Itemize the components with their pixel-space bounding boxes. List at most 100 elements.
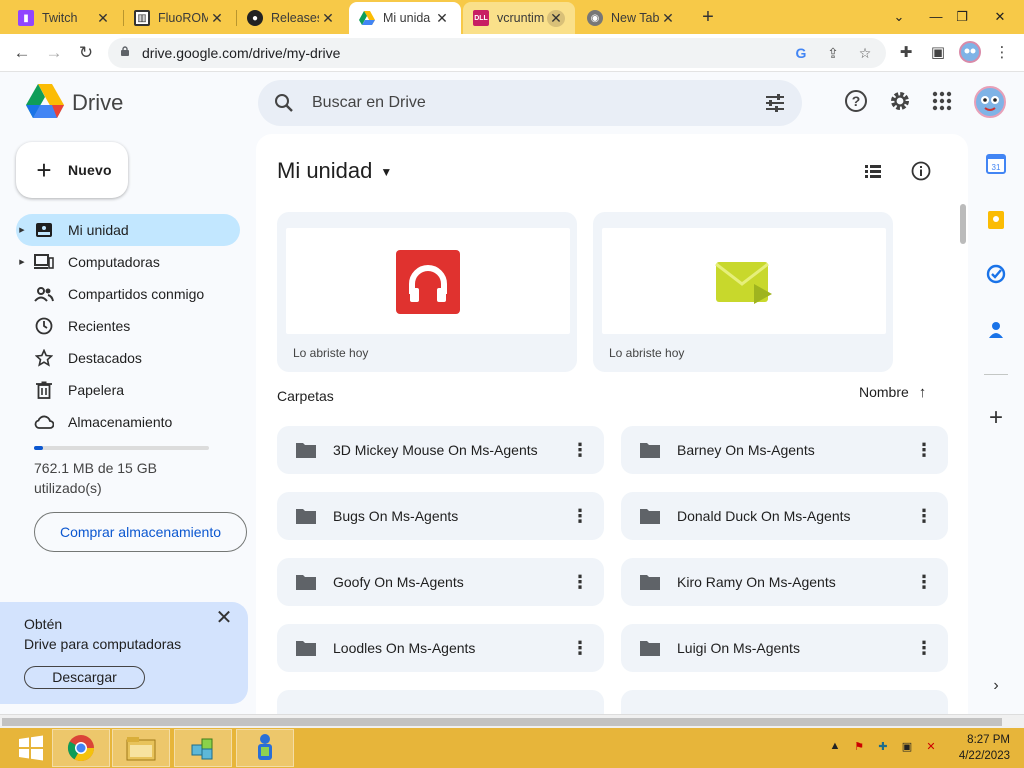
folder-item[interactable]: 3D Mickey Mouse On Ms-Agents ⋮ <box>277 426 604 474</box>
folder-item[interactable] <box>277 690 604 714</box>
tab-fluorom[interactable]: ▥ FluoROM ✕ <box>124 2 236 34</box>
folder-item[interactable]: Loodles On Ms-Agents ⋮ <box>277 624 604 672</box>
menu-kebab-icon[interactable]: ⋮ <box>990 41 1014 65</box>
action-center-flag-icon[interactable]: ⚑ <box>850 740 868 756</box>
sidebar-item-recent[interactable]: Recientes <box>16 310 240 342</box>
bookmark-star-icon[interactable]: ☆ <box>854 42 876 64</box>
close-window-icon[interactable]: ✕ <box>984 4 1016 30</box>
more-options-icon[interactable]: ⋮ <box>568 507 592 525</box>
sidebar-item-my-drive[interactable]: ▶ Mi unidad <box>16 214 240 246</box>
folder-item[interactable]: Goofy On Ms-Agents ⋮ <box>277 558 604 606</box>
network-icon[interactable]: ▣ <box>898 740 916 756</box>
sidebar-item-label: Destacados <box>68 350 142 366</box>
vertical-scrollbar[interactable] <box>960 204 966 244</box>
chevron-right-icon[interactable]: › <box>984 674 1008 698</box>
caret-right-icon[interactable]: ▶ <box>16 258 28 266</box>
sidebar-item-trash[interactable]: Papelera <box>16 374 240 406</box>
search-input[interactable] <box>312 91 732 115</box>
buy-storage-button[interactable]: Comprar almacenamiento <box>34 512 247 552</box>
tab-my-drive[interactable]: Mi unida ✕ <box>349 2 461 34</box>
close-icon[interactable]: ✕ <box>547 9 565 27</box>
more-options-icon[interactable]: ⋮ <box>568 573 592 591</box>
more-options-icon[interactable]: ⋮ <box>912 441 936 459</box>
more-options-icon[interactable]: ⋮ <box>568 441 592 459</box>
more-options-icon[interactable]: ⋮ <box>912 639 936 657</box>
sidebar-item-computers[interactable]: ▶ Computadoras <box>16 246 240 278</box>
storage-usage-text: 762.1 MB de 15 GB utilizado(s) <box>34 460 157 496</box>
extensions-icon[interactable]: ✚ <box>894 41 918 65</box>
horizontal-scrollbar[interactable] <box>0 714 1024 728</box>
calendar-icon[interactable]: 31 <box>984 152 1008 176</box>
tasks-icon[interactable] <box>984 262 1008 286</box>
recent-file-card[interactable]: Lo abriste hoy <box>277 212 577 372</box>
show-hidden-icons-icon[interactable]: ▲ <box>826 740 844 756</box>
close-icon[interactable]: ✕ <box>208 10 226 27</box>
system-clock[interactable]: 8:27 PM 4/22/2023 <box>946 732 1010 764</box>
drive-icon <box>359 10 375 26</box>
network-app-tray-icon[interactable]: ✚ <box>874 740 892 756</box>
tab-title: FluoROM <box>158 11 208 25</box>
plus-icon: + <box>36 155 52 185</box>
file-explorer-taskbar-icon[interactable] <box>112 729 170 767</box>
app-cubes-taskbar-icon[interactable] <box>174 729 232 767</box>
ms-agent-taskbar-icon[interactable] <box>236 729 294 767</box>
page-title[interactable]: Mi unidad ▼ <box>277 158 392 184</box>
keep-icon[interactable] <box>984 208 1008 232</box>
tab-releases[interactable]: ● Releases ✕ <box>237 2 347 34</box>
side-panel-icon[interactable]: ▣ <box>926 41 950 65</box>
info-icon[interactable] <box>910 160 932 182</box>
settings-gear-icon[interactable] <box>887 88 913 114</box>
folder-item[interactable]: Luigi On Ms-Agents ⋮ <box>621 624 948 672</box>
share-icon[interactable]: ⇪ <box>822 42 844 64</box>
folder-item[interactable]: Donald Duck On Ms-Agents ⋮ <box>621 492 948 540</box>
folder-item[interactable]: Bugs On Ms-Agents ⋮ <box>277 492 604 540</box>
apps-grid-icon[interactable] <box>929 88 955 114</box>
close-icon[interactable]: ✕ <box>214 608 234 628</box>
side-panel: 31 + › <box>972 134 1020 714</box>
volume-muted-icon[interactable]: ✕ <box>922 740 940 756</box>
caret-right-icon[interactable]: ▶ <box>16 226 28 234</box>
list-view-icon[interactable] <box>862 160 884 182</box>
tab-vcruntime[interactable]: DLL vcruntim ✕ <box>463 2 575 34</box>
contacts-icon[interactable] <box>984 318 1008 342</box>
more-options-icon[interactable]: ⋮ <box>912 573 936 591</box>
close-icon[interactable]: ✕ <box>319 10 337 27</box>
more-options-icon[interactable]: ⋮ <box>912 507 936 525</box>
desktop-promo-card: Obtén Drive para computadoras ✕ Descarga… <box>0 602 248 704</box>
tab-twitch[interactable]: ▮ Twitch ✕ <box>8 2 122 34</box>
close-icon[interactable]: ✕ <box>433 10 451 27</box>
google-lens-icon[interactable]: G <box>790 42 812 64</box>
tab-new-tab[interactable]: ◉ New Tab ✕ <box>577 2 687 34</box>
folder-item[interactable]: Barney On Ms-Agents ⋮ <box>621 426 948 474</box>
chevron-down-icon[interactable]: ⌄ <box>883 4 915 30</box>
help-icon[interactable]: ? <box>843 88 869 114</box>
download-button[interactable]: Descargar <box>24 666 145 689</box>
new-tab-plus-icon[interactable]: + <box>696 5 720 29</box>
sidebar-item-storage[interactable]: Almacenamiento <box>16 406 240 438</box>
search-bar[interactable] <box>258 80 802 126</box>
folder-icon <box>296 575 316 590</box>
close-icon[interactable]: ✕ <box>659 10 677 27</box>
restore-icon[interactable]: ❐ <box>946 4 978 30</box>
account-avatar[interactable] <box>974 86 1006 118</box>
forward-icon[interactable]: → <box>42 41 66 65</box>
cloud-icon <box>34 412 54 432</box>
sidebar-item-shared[interactable]: Compartidos conmigo <box>16 278 240 310</box>
reload-icon[interactable]: ↻ <box>74 41 98 65</box>
more-options-icon[interactable]: ⋮ <box>568 639 592 657</box>
add-addon-plus-icon[interactable]: + <box>984 404 1008 431</box>
chrome-taskbar-icon[interactable] <box>52 729 110 767</box>
folder-name: Barney On Ms-Agents <box>677 442 815 458</box>
sidebar-item-starred[interactable]: Destacados <box>16 342 240 374</box>
profile-avatar-icon[interactable] <box>958 41 982 65</box>
sort-by-name-button[interactable]: Nombre ↑ <box>859 384 926 401</box>
folder-item[interactable] <box>621 690 948 714</box>
folder-item[interactable]: Kiro Ramy On Ms-Agents ⋮ <box>621 558 948 606</box>
recent-file-card[interactable]: Lo abriste hoy <box>593 212 893 372</box>
close-icon[interactable]: ✕ <box>94 10 112 27</box>
filter-tune-icon[interactable] <box>764 92 786 114</box>
back-icon[interactable]: ← <box>10 41 34 65</box>
address-bar[interactable]: drive.google.com/drive/my-drive G ⇪ ☆ <box>108 38 886 68</box>
new-button[interactable]: + Nuevo <box>16 142 128 198</box>
search-icon[interactable] <box>274 93 294 113</box>
